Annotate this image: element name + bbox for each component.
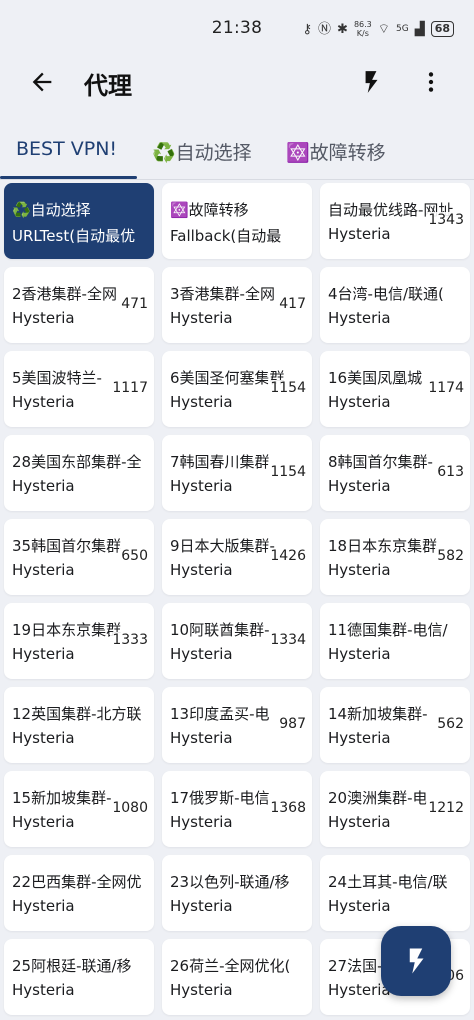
- tab-auto-select[interactable]: ♻️自动选择: [152, 138, 252, 165]
- proxy-delay: 582: [435, 548, 464, 564]
- proxy-card[interactable]: 25阿根廷-联通/移 Hysteria: [4, 939, 154, 1015]
- key-icon: ⚷: [302, 21, 313, 37]
- proxy-type: Hysteria: [170, 897, 233, 915]
- proxy-card[interactable]: 3香港集群-全网 Hysteria 417: [162, 267, 312, 343]
- speed-value: 86.3: [353, 20, 372, 29]
- proxy-delay: 1212: [426, 800, 464, 816]
- proxy-delay: 1080: [110, 800, 148, 816]
- proxy-type: URLTest(自动最优: [12, 227, 136, 245]
- tab-indicator: [0, 176, 137, 179]
- proxy-name: 26荷兰-全网优化(: [170, 957, 291, 975]
- proxy-card[interactable]: 2香港集群-全网 Hysteria 471: [4, 267, 154, 343]
- proxy-name: 🔯故障转移: [170, 201, 249, 219]
- tab-best-vpn[interactable]: BEST VPN!: [16, 138, 117, 160]
- proxy-name: 25阿根廷-联通/移: [12, 957, 132, 975]
- fab-test-delay-button[interactable]: [381, 926, 451, 996]
- page-title: 代理: [84, 72, 132, 100]
- proxy-type: Hysteria: [170, 981, 233, 999]
- nfc-icon: Ⓝ: [318, 21, 332, 37]
- proxy-delay: 471: [119, 296, 148, 312]
- proxy-card[interactable]: 10阿联酋集群- Hysteria 1334: [162, 603, 312, 679]
- proxy-card[interactable]: 14新加坡集群- Hysteria 562: [320, 687, 470, 763]
- proxy-card[interactable]: 24土耳其-电信/联 Hysteria: [320, 855, 470, 931]
- tab-fallback[interactable]: 🔯故障转移: [286, 138, 386, 165]
- proxy-card[interactable]: 16美国凤凰城 Hysteria 1174: [320, 351, 470, 427]
- proxy-delay: 987: [277, 716, 306, 732]
- speed-unit: K/s: [356, 29, 369, 38]
- network-type: 5G: [395, 23, 409, 34]
- proxy-card[interactable]: ♻️自动选择 URLTest(自动最优: [4, 183, 154, 259]
- proxy-card[interactable]: 20澳洲集群-电 Hysteria 1212: [320, 771, 470, 847]
- proxy-type: Hysteria: [12, 981, 75, 999]
- proxy-card[interactable]: 9日本大版集群- Hysteria 1426: [162, 519, 312, 595]
- proxy-name: 12英国集群-北方联: [12, 705, 142, 723]
- proxy-card[interactable]: 7韩国春川集群 Hysteria 1154: [162, 435, 312, 511]
- battery-icon: 68: [430, 21, 454, 37]
- proxy-type: Hysteria: [328, 645, 391, 663]
- proxy-card[interactable]: 28美国东部集群-全 Hysteria: [4, 435, 154, 511]
- proxy-delay: 1154: [268, 380, 306, 396]
- proxy-delay: 417: [277, 296, 306, 312]
- proxy-type: Fallback(自动最: [170, 227, 282, 245]
- group-tabs: BEST VPN! ♻️自动选择 🔯故障转移: [0, 124, 474, 180]
- proxy-card[interactable]: 🔯故障转移 Fallback(自动最: [162, 183, 312, 259]
- proxy-card[interactable]: 4台湾-电信/联通( Hysteria: [320, 267, 470, 343]
- proxy-card[interactable]: 26荷兰-全网优化( Hysteria: [162, 939, 312, 1015]
- proxy-delay: 1174: [426, 380, 464, 396]
- test-delay-button[interactable]: [358, 68, 384, 96]
- proxy-card[interactable]: 22巴西集群-全网优 Hysteria: [4, 855, 154, 931]
- lightning-icon: [365, 71, 378, 93]
- proxy-delay: 650: [119, 548, 148, 564]
- status-bar: 21:38 ⚷ Ⓝ ✱ 86.3 K/s ⌔ 5G ▟ 68: [0, 0, 474, 56]
- proxy-name: 24土耳其-电信/联: [328, 873, 448, 891]
- proxy-delay: 613: [435, 464, 464, 480]
- lightning-icon: [409, 948, 424, 974]
- proxy-type: Hysteria: [328, 897, 391, 915]
- proxy-type: Hysteria: [12, 477, 75, 495]
- proxy-card[interactable]: 5美国波特兰- Hysteria 1117: [4, 351, 154, 427]
- wifi-icon: ⌔: [377, 21, 390, 37]
- proxy-card[interactable]: 6美国圣何塞集群 Hysteria 1154: [162, 351, 312, 427]
- proxy-delay: 1343: [426, 212, 464, 228]
- proxy-name: 23以色列-联通/移: [170, 873, 290, 891]
- proxy-name: 4台湾-电信/联通(: [328, 285, 444, 303]
- proxy-name: 22巴西集群-全网优: [12, 873, 142, 891]
- status-time: 21:38: [211, 18, 263, 38]
- proxy-grid: ♻️自动选择 URLTest(自动最优 🔯故障转移 Fallback(自动最 自动最优线…: [4, 183, 470, 1015]
- proxy-delay: 1333: [110, 632, 148, 648]
- proxy-card[interactable]: 12英国集群-北方联 Hysteria: [4, 687, 154, 763]
- proxy-name: 11德国集群-电信/: [328, 621, 448, 639]
- arrow-left-icon: [32, 72, 52, 92]
- proxy-delay: 1368: [268, 800, 306, 816]
- proxy-delay: 1154: [268, 464, 306, 480]
- proxy-card[interactable]: 35韩国首尔集群 Hysteria 650: [4, 519, 154, 595]
- proxy-card[interactable]: 8韩国首尔集群- Hysteria 613: [320, 435, 470, 511]
- proxy-card[interactable]: 17俄罗斯-电信 Hysteria 1368: [162, 771, 312, 847]
- proxy-type: Hysteria: [328, 309, 391, 327]
- proxy-name: 28美国东部集群-全: [12, 453, 142, 471]
- proxy-type: Hysteria: [12, 729, 75, 747]
- proxy-delay: 1117: [110, 380, 148, 396]
- proxy-name: ♻️自动选择: [12, 201, 91, 219]
- bluetooth-icon: ✱: [337, 21, 348, 37]
- proxy-card[interactable]: 11德国集群-电信/Hysteria: [320, 603, 470, 679]
- more-vertical-icon: [428, 72, 434, 92]
- proxy-card[interactable]: 18日本东京集群 Hysteria 582: [320, 519, 470, 595]
- proxy-card[interactable]: 自动最优线路-网址 Hysteria 1343: [320, 183, 470, 259]
- proxy-type: Hysteria: [12, 897, 75, 915]
- status-icons: ⚷ Ⓝ ✱ 86.3 K/s ⌔ 5G ▟ 68: [302, 18, 454, 40]
- network-speed: 86.3 K/s: [354, 20, 372, 38]
- proxy-card[interactable]: 23以色列-联通/移 Hysteria: [162, 855, 312, 931]
- proxy-card[interactable]: 15新加坡集群- Hysteria 1080: [4, 771, 154, 847]
- proxy-card[interactable]: 13印度孟买-电 Hysteria 987: [162, 687, 312, 763]
- app-bar: 代理: [0, 56, 474, 108]
- signal-icon: ▟: [414, 21, 425, 37]
- more-button[interactable]: [418, 68, 444, 96]
- back-button[interactable]: [28, 68, 56, 96]
- proxy-card[interactable]: 19日本东京集群 Hysteria 1333: [4, 603, 154, 679]
- proxy-delay: 1334: [268, 632, 306, 648]
- proxy-delay: 562: [435, 716, 464, 732]
- proxy-delay: 1426: [268, 548, 306, 564]
